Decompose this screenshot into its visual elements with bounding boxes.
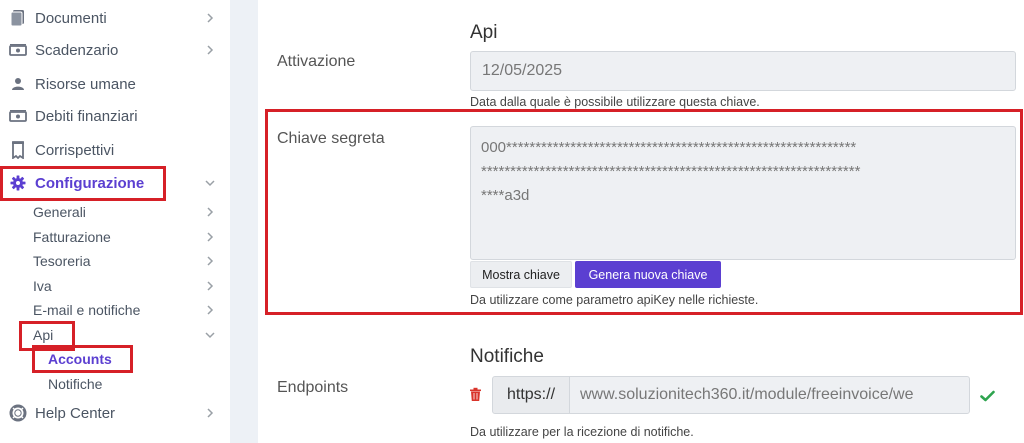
sidebar-item-scadenzario[interactable]: Scadenzario [0, 35, 230, 65]
trash-icon[interactable] [469, 387, 483, 403]
gear-icon [9, 174, 27, 192]
notifications-section-title: Notifiche [470, 346, 544, 367]
secret-key-line: ****************************************… [481, 163, 861, 180]
sidebar-item-corrispettivi[interactable]: Corrispettivi [0, 135, 230, 165]
show-key-button[interactable]: Mostra chiave [470, 261, 572, 288]
chevron-right-icon [207, 281, 214, 291]
sidebar-subitem-label: E-mail e notifiche [33, 302, 141, 318]
check-icon [980, 389, 996, 403]
receipt-icon [9, 141, 27, 159]
sidebar-item-label: Risorse umane [35, 75, 136, 93]
sidebar-item-label: Corrispettivi [35, 141, 115, 159]
chevron-right-icon [207, 256, 214, 266]
endpoints-help-text: Da utilizzare per la ricezione di notifi… [470, 425, 694, 439]
sidebar-subitem-email-notifiche[interactable]: E-mail e notifiche [0, 298, 230, 322]
sidebar-subitem-notifiche[interactable]: Notifiche [0, 372, 230, 396]
money-icon [9, 107, 27, 125]
sidebar-subitem-label: Notifiche [48, 376, 103, 392]
sidebar-subitem-label: Api [33, 327, 54, 343]
sidebar-subitem-accounts[interactable]: Accounts [0, 347, 230, 371]
sidebar-item-debiti-finanziari[interactable]: Debiti finanziari [0, 101, 230, 131]
sidebar-subitem-label: Accounts [48, 351, 112, 367]
endpoints-label: Endpoints [277, 379, 349, 396]
endpoint-protocol-prefix: https:// [492, 376, 570, 414]
endpoint-url-value: www.soluzionitech360.it/module/freeinvoi… [580, 386, 914, 403]
sidebar: Documenti Scadenzario Risorse umane Debi… [0, 0, 230, 443]
sidebar-subitem-generali[interactable]: Generali [0, 200, 230, 224]
activation-date-field[interactable]: 12/05/2025 [470, 51, 1016, 91]
sidebar-item-label: Help Center [35, 404, 116, 422]
chevron-down-icon [205, 332, 215, 339]
sidebar-item-label: Scadenzario [35, 41, 119, 59]
activation-label: Attivazione [277, 53, 356, 70]
secret-key-line: 000*************************************… [481, 139, 857, 156]
chevron-right-icon [207, 305, 214, 315]
secret-key-label: Chiave segreta [277, 130, 385, 147]
api-section-title: Api [470, 22, 498, 43]
chevron-right-icon [207, 45, 214, 55]
chevron-right-icon [207, 408, 214, 418]
generate-key-button[interactable]: Genera nuova chiave [575, 261, 721, 288]
sidebar-item-documenti[interactable]: Documenti [0, 3, 230, 33]
chevron-right-icon [207, 13, 214, 23]
sidebar-subitem-label: Generali [33, 204, 86, 220]
sidebar-subitem-api[interactable]: Api [0, 323, 230, 347]
endpoint-protocol-text: https:// [506, 386, 556, 403]
sidebar-item-help-center[interactable]: Help Center [0, 398, 230, 428]
document-icon [9, 9, 27, 27]
activation-date-value: 12/05/2025 [482, 62, 563, 79]
sidebar-item-configurazione[interactable]: Configurazione [0, 168, 230, 198]
sidebar-subitem-tesoreria[interactable]: Tesoreria [0, 249, 230, 273]
secret-key-help-text: Da utilizzare come parametro apiKey nell… [470, 293, 759, 307]
sidebar-subitem-fatturazione[interactable]: Fatturazione [0, 225, 230, 249]
sidebar-item-label: Debiti finanziari [35, 107, 138, 125]
sidebar-subitem-label: Fatturazione [33, 229, 111, 245]
sidebar-subitem-label: Tesoreria [33, 253, 91, 269]
sidebar-item-risorse-umane[interactable]: Risorse umane [0, 69, 230, 99]
chevron-right-icon [207, 232, 214, 242]
sidebar-subitem-label: Iva [33, 278, 52, 294]
lifebuoy-icon [9, 404, 27, 422]
money-icon [9, 41, 27, 59]
activation-help-text: Data dalla quale è possibile utilizzare … [470, 95, 760, 109]
endpoint-url-field[interactable]: www.soluzionitech360.it/module/freeinvoi… [569, 376, 970, 414]
chevron-right-icon [207, 207, 214, 217]
sidebar-item-label: Documenti [35, 9, 107, 27]
person-icon [9, 75, 27, 93]
secret-key-line: ****a3d [481, 187, 530, 204]
sidebar-subitem-iva[interactable]: Iva [0, 274, 230, 298]
content-gutter [230, 0, 258, 443]
chevron-down-icon [205, 180, 215, 187]
sidebar-item-label: Configurazione [35, 174, 145, 192]
secret-key-field[interactable]: 000*************************************… [470, 126, 1016, 260]
